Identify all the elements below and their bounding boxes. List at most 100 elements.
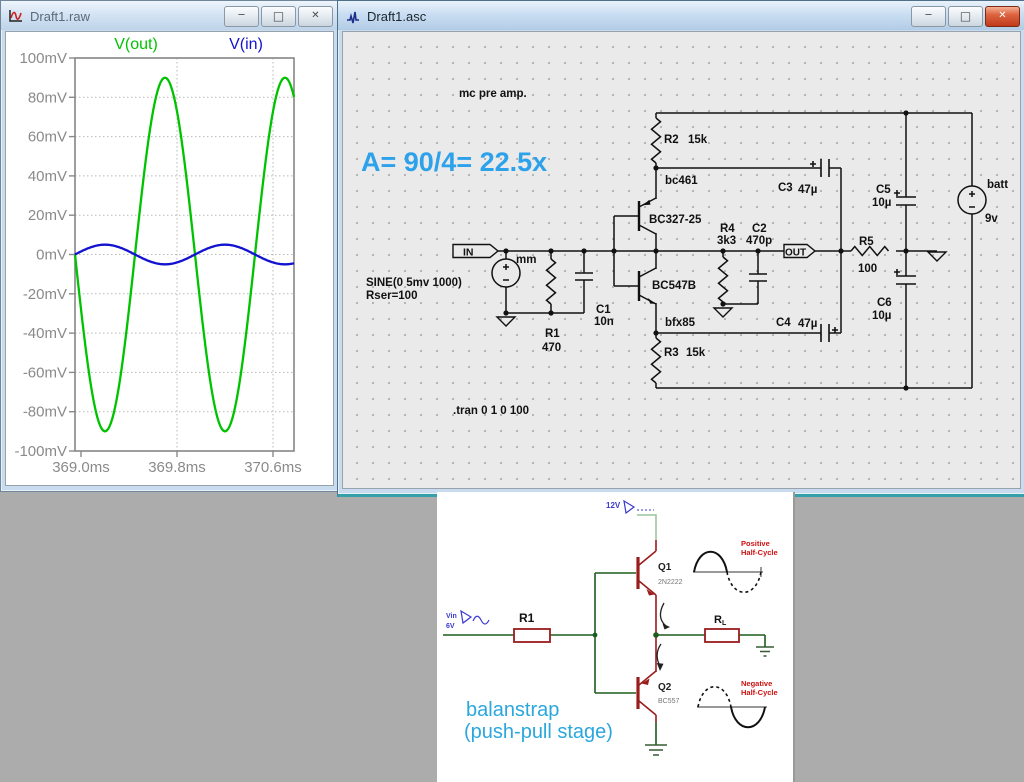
label-r5-value: 100 — [858, 263, 877, 275]
schematic-window-titlebar[interactable]: Draft1.asc ─ □ ✕ — [338, 1, 1024, 30]
caption-line-2: (push-pull stage) — [464, 721, 613, 743]
label-r1: R1 — [545, 328, 560, 340]
label-c4: C4 — [776, 317, 791, 329]
svg-text:-80mV: -80mV — [23, 404, 67, 421]
port-out[interactable]: OUT — [784, 245, 815, 259]
minimize-icon: ─ — [238, 11, 244, 21]
vin-label: Vin — [446, 613, 457, 620]
label-sine: SINE(0 5mv 1000) — [366, 277, 462, 289]
resistor-r3[interactable] — [652, 338, 661, 383]
label-c2-value: 470p — [746, 235, 772, 247]
label-q1-part: 2N2222 — [658, 579, 683, 586]
label-c3: C3 — [778, 182, 793, 194]
minimize-button[interactable]: ─ — [224, 6, 259, 27]
schematic-drawing: mc pre amp. A= 90/4= 22.5x .tran 0 1 0 1… — [343, 32, 1020, 487]
schematic-window-title: Draft1.asc — [367, 9, 426, 24]
svg-text:0mV: 0mV — [36, 247, 67, 264]
close-icon: ✕ — [998, 11, 1006, 21]
resistor-r4[interactable] — [719, 257, 728, 302]
wires — [498, 113, 972, 388]
label-source: mm — [516, 254, 536, 266]
schematic-window: Draft1.asc ─ □ ✕ mc pre amp. A= 90/4= 22… — [337, 0, 1024, 497]
close-button[interactable]: ✕ — [298, 6, 333, 27]
close-icon: ✕ — [311, 11, 319, 21]
plot-window-titlebar[interactable]: Draft1.raw ─ □ ✕ — [1, 1, 338, 30]
svg-text:-60mV: -60mV — [23, 364, 67, 381]
svg-text:370.6ms: 370.6ms — [244, 459, 302, 476]
capacitor-c4[interactable] — [821, 324, 838, 342]
label-batt-value: 9v — [985, 213, 998, 225]
label-c5: C5 — [876, 184, 891, 196]
resistor-r2[interactable] — [652, 118, 661, 163]
label-c6: C6 — [877, 297, 892, 309]
voltage-source-batt[interactable] — [958, 186, 986, 214]
svg-text:369.8ms: 369.8ms — [148, 459, 206, 476]
port-out-label: OUT — [785, 248, 806, 259]
vin-value: 6V — [446, 623, 455, 630]
negative-label-2: Half-Cycle — [741, 688, 778, 697]
plot-canvas[interactable]: 100mV80mV60mV40mV20mV0mV-20mV-40mV-60mV-… — [6, 32, 333, 485]
close-button[interactable]: ✕ — [985, 6, 1020, 27]
label-pnp: BC327-25 — [649, 214, 702, 226]
resistor-rl-box — [705, 629, 739, 642]
label-r2: R2 — [664, 134, 679, 146]
positive-label-2: Half-Cycle — [741, 548, 778, 557]
vin-sine-icon — [473, 616, 489, 624]
resistor-r1[interactable] — [547, 259, 556, 304]
schematic-comment[interactable]: mc pre amp. — [459, 88, 527, 100]
supply-label: 12V — [606, 501, 621, 510]
label-r5: R5 — [859, 236, 874, 248]
ground-rl-icon — [756, 647, 774, 656]
maximize-button[interactable]: □ — [261, 6, 296, 27]
junction-dot — [593, 633, 598, 638]
capacitor-c2[interactable] — [749, 274, 767, 281]
current-arrows-icon — [657, 603, 670, 671]
svg-text:-40mV: -40mV — [23, 325, 67, 342]
label-r2-value: 15k — [688, 134, 708, 146]
label-rser: Rser=100 — [366, 290, 417, 302]
label-r1: R1 — [519, 611, 535, 625]
plot-window: Draft1.raw ─ □ ✕ V(out) V(in) 100mV80mV6… — [0, 0, 339, 492]
label-r3: R3 — [664, 347, 679, 359]
svg-text:80mV: 80mV — [28, 89, 67, 106]
capacitor-c5[interactable] — [894, 190, 916, 205]
svg-text:40mV: 40mV — [28, 168, 67, 185]
transistor-q2 — [638, 671, 656, 722]
label-q1: Q1 — [658, 562, 672, 573]
capacitor-c6[interactable] — [894, 269, 916, 284]
spice-directive[interactable]: .tran 0 1 0 100 — [453, 405, 529, 417]
maximize-button[interactable]: □ — [948, 6, 983, 27]
ground-q2-icon — [645, 745, 667, 755]
maximize-icon: □ — [273, 10, 284, 22]
schematic-canvas[interactable]: mc pre amp. A= 90/4= 22.5x .tran 0 1 0 1… — [342, 31, 1021, 489]
plot-window-title: Draft1.raw — [30, 9, 90, 24]
minimize-icon: ─ — [925, 11, 931, 21]
label-r4: R4 — [720, 223, 735, 235]
label-c4-value: 47µ — [798, 318, 817, 330]
desktop: { "window_controls": { "minimize": "─", … — [0, 0, 1024, 782]
minimize-button[interactable]: ─ — [911, 6, 946, 27]
svg-text:100mV: 100mV — [19, 50, 67, 67]
supply-terminal-icon — [624, 501, 634, 513]
label-c1-value: 10n — [594, 316, 614, 328]
label-r3-value: 15k — [686, 347, 706, 359]
label-bc461: bc461 — [665, 175, 698, 187]
label-rl: RL — [714, 614, 727, 627]
junction-dot — [653, 632, 659, 638]
svg-text:60mV: 60mV — [28, 129, 67, 146]
svg-text:369.0ms: 369.0ms — [52, 459, 110, 476]
svg-text:20mV: 20mV — [28, 207, 67, 224]
gain-annotation[interactable]: A= 90/4= 22.5x — [361, 147, 547, 177]
negative-label-1: Negative — [741, 679, 772, 688]
port-in[interactable]: IN — [453, 245, 498, 259]
label-q2: Q2 — [658, 682, 672, 693]
supply-wire — [637, 515, 656, 540]
capacitor-c1[interactable] — [575, 273, 593, 280]
port-in-label: IN — [463, 247, 474, 259]
label-bfx85: bfx85 — [665, 317, 696, 329]
label-r1-value: 470 — [542, 342, 561, 354]
label-c2: C2 — [752, 223, 767, 235]
waveform-icon — [8, 8, 24, 24]
plot-pane[interactable]: V(out) V(in) 100mV80mV60mV40mV20mV0mV-20… — [5, 31, 334, 486]
label-c1: C1 — [596, 304, 611, 316]
